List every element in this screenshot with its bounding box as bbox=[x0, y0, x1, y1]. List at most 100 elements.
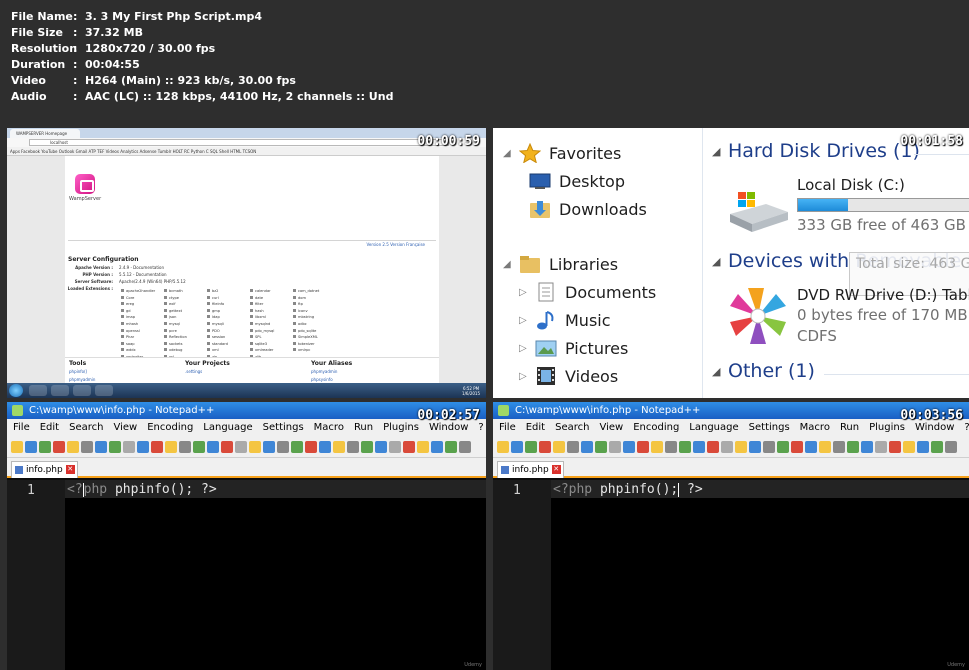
nav-videos[interactable]: ▷ Videos bbox=[519, 366, 618, 386]
code-editor[interactable]: 1 <?php phpinfo(); ?> Udemy bbox=[7, 480, 486, 670]
group-other[interactable]: ◢ Other (1) bbox=[712, 360, 815, 382]
toolbar-button-icon[interactable] bbox=[319, 440, 331, 453]
bookmarks-bar[interactable]: Apps Facebook YouTube Outlook Gmail ATP … bbox=[7, 147, 486, 156]
toolbar-button-icon[interactable] bbox=[235, 440, 247, 453]
taskbar-explorer-icon[interactable] bbox=[29, 385, 47, 396]
toolbar-button-icon[interactable] bbox=[165, 440, 177, 453]
menu-item[interactable]: File bbox=[13, 419, 30, 436]
toolbar-button-icon[interactable] bbox=[651, 440, 663, 453]
toolbar-button-icon[interactable] bbox=[763, 440, 775, 453]
toolbar-button-icon[interactable] bbox=[193, 440, 205, 453]
toolbar-button-icon[interactable] bbox=[445, 440, 457, 453]
toolbar-button-icon[interactable] bbox=[347, 440, 359, 453]
toolbar-button-icon[interactable] bbox=[123, 440, 135, 453]
expand-arrow-icon[interactable]: ▷ bbox=[519, 371, 527, 382]
toolbar-button-icon[interactable] bbox=[707, 440, 719, 453]
toolbar-button-icon[interactable] bbox=[25, 440, 37, 453]
toolbar-button-icon[interactable] bbox=[875, 440, 887, 453]
toolbar-button-icon[interactable] bbox=[81, 440, 93, 453]
toolbar-button-icon[interactable] bbox=[95, 440, 107, 453]
toolbar-button-icon[interactable] bbox=[39, 440, 51, 453]
toolbar-button-icon[interactable] bbox=[931, 440, 943, 453]
toolbar-button-icon[interactable] bbox=[375, 440, 387, 453]
nav-downloads[interactable]: Downloads bbox=[529, 199, 647, 219]
toolbar-button-icon[interactable] bbox=[595, 440, 607, 453]
collapse-arrow-icon[interactable]: ◢ bbox=[503, 259, 511, 270]
code-editor[interactable]: 1 <?php phpinfo(); ?> Udemy bbox=[493, 480, 969, 670]
toolbar-button-icon[interactable] bbox=[679, 440, 691, 453]
toolbar-button-icon[interactable] bbox=[623, 440, 635, 453]
menu-item[interactable]: Language bbox=[203, 419, 252, 436]
toolbar-button-icon[interactable] bbox=[67, 440, 79, 453]
nav-libraries[interactable]: ◢ Libraries bbox=[503, 254, 618, 274]
file-tab[interactable]: info.php ✕ bbox=[497, 461, 564, 478]
collapse-arrow-icon[interactable]: ◢ bbox=[712, 255, 720, 268]
toolbar-button-icon[interactable] bbox=[609, 440, 621, 453]
close-icon[interactable]: ✕ bbox=[65, 465, 75, 474]
menu-item[interactable]: Macro bbox=[800, 419, 830, 436]
toolbar-button-icon[interactable] bbox=[459, 440, 471, 453]
menu-item[interactable]: Run bbox=[840, 419, 859, 436]
toolbar-button-icon[interactable] bbox=[179, 440, 191, 453]
toolbar-button-icon[interactable] bbox=[665, 440, 677, 453]
menu-item[interactable]: Macro bbox=[314, 419, 344, 436]
toolbar-button-icon[interactable] bbox=[389, 440, 401, 453]
taskbar-ie-icon[interactable] bbox=[73, 385, 91, 396]
menu-item[interactable]: Settings bbox=[749, 419, 790, 436]
toolbar-button-icon[interactable] bbox=[903, 440, 915, 453]
toolbar-button-icon[interactable] bbox=[637, 440, 649, 453]
toolbar-button-icon[interactable] bbox=[539, 440, 551, 453]
taskbar-media-icon[interactable] bbox=[51, 385, 69, 396]
nav-desktop[interactable]: Desktop bbox=[529, 171, 625, 191]
toolbar-button-icon[interactable] bbox=[819, 440, 831, 453]
toolbar-button-icon[interactable] bbox=[889, 440, 901, 453]
drive-name[interactable]: DVD RW Drive (D:) Tablet bbox=[797, 286, 969, 304]
toolbar-button-icon[interactable] bbox=[693, 440, 705, 453]
toolbar-button-icon[interactable] bbox=[847, 440, 859, 453]
expand-arrow-icon[interactable]: ▷ bbox=[519, 315, 527, 326]
address-bar[interactable]: localhost bbox=[29, 139, 449, 146]
toolbar-button-icon[interactable] bbox=[721, 440, 733, 453]
expand-arrow-icon[interactable]: ▷ bbox=[519, 343, 527, 354]
toolbar-button-icon[interactable] bbox=[497, 440, 509, 453]
toolbar-button-icon[interactable] bbox=[263, 440, 275, 453]
menu-item[interactable]: File bbox=[499, 419, 516, 436]
nav-documents[interactable]: ▷ Documents bbox=[519, 282, 656, 302]
close-icon[interactable]: ✕ bbox=[551, 465, 561, 474]
collapse-arrow-icon[interactable]: ◢ bbox=[712, 365, 720, 378]
toolbar-button-icon[interactable] bbox=[417, 440, 429, 453]
menu-item[interactable]: Search bbox=[555, 419, 589, 436]
toolbar-button-icon[interactable] bbox=[221, 440, 233, 453]
nav-pictures[interactable]: ▷ Pictures bbox=[519, 338, 628, 358]
collapse-arrow-icon[interactable]: ◢ bbox=[712, 145, 720, 158]
menu-item[interactable]: Search bbox=[69, 419, 103, 436]
group-hdd[interactable]: ◢ Hard Disk Drives (1) bbox=[712, 140, 920, 162]
taskbar-chrome-icon[interactable] bbox=[95, 385, 113, 396]
start-orb-icon[interactable] bbox=[9, 384, 23, 397]
toolbar-button-icon[interactable] bbox=[833, 440, 845, 453]
toolbar-button-icon[interactable] bbox=[511, 440, 523, 453]
toolbar-button-icon[interactable] bbox=[945, 440, 957, 453]
toolbar-button-icon[interactable] bbox=[777, 440, 789, 453]
toolbar-button-icon[interactable] bbox=[917, 440, 929, 453]
toolbar-button-icon[interactable] bbox=[109, 440, 121, 453]
toolbar-button-icon[interactable] bbox=[525, 440, 537, 453]
toolbar-button-icon[interactable] bbox=[749, 440, 761, 453]
alias-link[interactable]: phpmyadmin bbox=[311, 368, 352, 376]
menu-item[interactable]: Edit bbox=[526, 419, 545, 436]
toolbar-button-icon[interactable] bbox=[735, 440, 747, 453]
collapse-arrow-icon[interactable]: ◢ bbox=[503, 148, 511, 159]
toolbar-button-icon[interactable] bbox=[403, 440, 415, 453]
expand-arrow-icon[interactable]: ▷ bbox=[519, 287, 527, 298]
toolbar-button-icon[interactable] bbox=[151, 440, 163, 453]
toolbar-button-icon[interactable] bbox=[805, 440, 817, 453]
toolbar-button-icon[interactable] bbox=[791, 440, 803, 453]
toolbar-button-icon[interactable] bbox=[249, 440, 261, 453]
toolbar-button-icon[interactable] bbox=[207, 440, 219, 453]
toolbar-button-icon[interactable] bbox=[53, 440, 65, 453]
menu-item[interactable]: Encoding bbox=[633, 419, 679, 436]
menu-item[interactable]: Settings bbox=[263, 419, 304, 436]
menu-item[interactable]: Plugins bbox=[383, 419, 419, 436]
tool-link[interactable]: phpinfo() bbox=[69, 368, 95, 376]
file-tab[interactable]: info.php ✕ bbox=[11, 461, 78, 478]
